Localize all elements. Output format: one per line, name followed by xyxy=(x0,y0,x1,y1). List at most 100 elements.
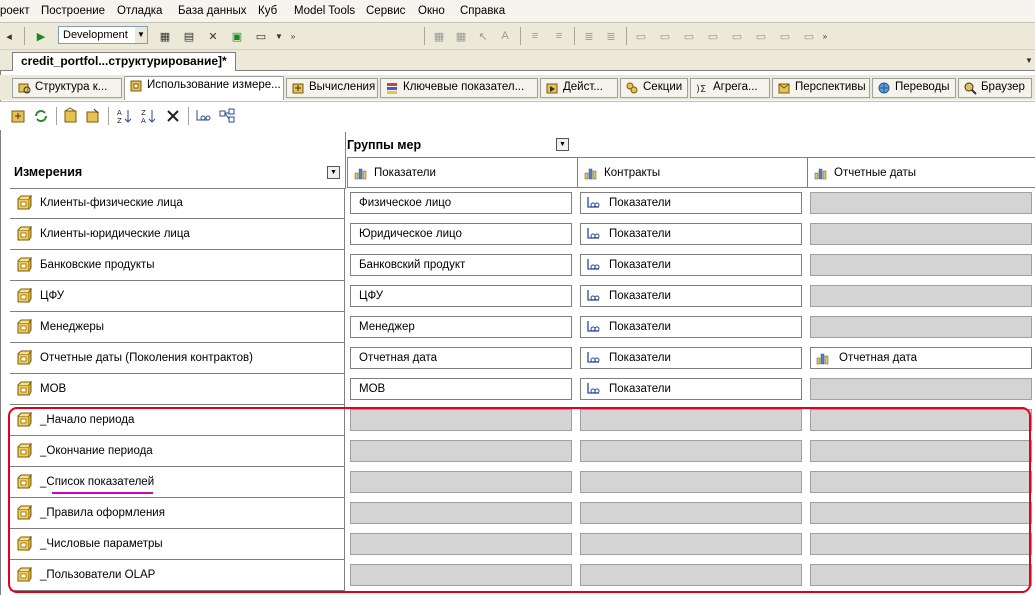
relationship-cell[interactable]: Показатели xyxy=(580,316,802,338)
relationship-icon[interactable] xyxy=(194,107,212,125)
tab-browser[interactable]: Браузер xyxy=(958,78,1032,98)
dimension-cell[interactable]: Клиенты-юридические лица xyxy=(10,219,345,250)
relationship-cell[interactable] xyxy=(350,409,572,431)
tab-aggregations[interactable]: )Σ Агрега... xyxy=(690,78,770,98)
relationship-cell[interactable] xyxy=(350,502,572,524)
relationship-cell[interactable]: Показатели xyxy=(580,378,802,400)
relationship-cell[interactable] xyxy=(810,378,1032,400)
relationship-cell[interactable] xyxy=(810,533,1032,555)
relationship-cell[interactable] xyxy=(810,502,1032,524)
relationship-cell[interactable]: Банковский продукт xyxy=(350,254,572,276)
outdent-icon[interactable]: ≡ xyxy=(550,27,568,45)
tab-calculations[interactable]: Вычисления xyxy=(286,78,378,98)
relationship-cell[interactable] xyxy=(350,533,572,555)
add-cube-dimension-icon[interactable] xyxy=(10,107,28,125)
sort-descending-icon[interactable]: ZA xyxy=(140,107,158,125)
relationship-cell[interactable] xyxy=(810,254,1032,276)
indent-icon[interactable]: ≡ xyxy=(526,27,544,45)
refresh-icon[interactable] xyxy=(32,107,50,125)
relationship-cell[interactable] xyxy=(810,409,1032,431)
relationship-cell[interactable] xyxy=(580,440,802,462)
chevron-down-icon[interactable]: ▼ xyxy=(1020,51,1035,69)
dimension-cell[interactable]: _Правила оформления xyxy=(10,498,345,529)
uncomment-icon[interactable]: ≣ xyxy=(602,27,620,45)
dimension-icon[interactable] xyxy=(62,107,80,125)
bookmark-icon[interactable]: ▭ xyxy=(752,27,770,45)
font-icon[interactable]: A xyxy=(496,27,514,45)
bookmark-icon[interactable]: ▭ xyxy=(656,27,674,45)
relationship-cell[interactable]: Юридическое лицо xyxy=(350,223,572,245)
relationship-cell[interactable] xyxy=(350,564,572,586)
toolbar-overflow-icon[interactable]: » xyxy=(816,27,834,45)
bookmark-icon[interactable]: ▭ xyxy=(704,27,722,45)
measure-group-header[interactable]: Отчетные даты xyxy=(807,157,1035,188)
relationship-cell[interactable] xyxy=(810,192,1032,214)
configuration-dropdown[interactable]: Development ▼ xyxy=(58,26,148,44)
dimension-cell[interactable]: _Пользователи OLAP xyxy=(10,560,345,591)
tab-actions[interactable]: Дейст... xyxy=(540,78,618,98)
relationship-cell[interactable]: Показатели xyxy=(580,285,802,307)
relationship-cell[interactable] xyxy=(810,285,1032,307)
dimension-wizard-icon[interactable] xyxy=(84,107,102,125)
sort-ascending-icon[interactable]: AZ xyxy=(116,107,134,125)
diagram-icon[interactable] xyxy=(218,107,236,125)
dimension-cell[interactable]: Отчетные даты (Поколения контрактов) xyxy=(10,343,345,374)
tab-dimension-usage[interactable]: Использование измере... xyxy=(124,76,284,100)
relationship-cell[interactable] xyxy=(810,440,1032,462)
relationship-cell[interactable]: Отчетная дата xyxy=(810,347,1032,369)
dimension-cell[interactable]: _Окончание периода xyxy=(10,436,345,467)
bookmark-icon[interactable]: ▭ xyxy=(776,27,794,45)
relationship-cell[interactable] xyxy=(810,564,1032,586)
delete-icon[interactable] xyxy=(164,107,182,125)
relationship-cell[interactable]: Отчетная дата xyxy=(350,347,572,369)
dimensions-filter-button[interactable]: ▼ xyxy=(327,166,340,179)
dimension-cell[interactable]: MOB xyxy=(10,374,345,405)
comment-icon[interactable]: ≣ xyxy=(580,27,598,45)
dimension-cell[interactable]: _Начало периода xyxy=(10,405,345,436)
relationship-cell[interactable]: Показатели xyxy=(580,254,802,276)
menu-project[interactable]: роект xyxy=(0,5,30,17)
relationship-cell[interactable]: Физическое лицо xyxy=(350,192,572,214)
relationship-cell[interactable] xyxy=(580,409,802,431)
deploy-icon[interactable]: ▣ xyxy=(228,27,246,45)
pointer-icon[interactable]: ↖ xyxy=(474,27,492,45)
arrow-left-icon[interactable]: ◂ xyxy=(0,27,18,45)
relationship-cell[interactable]: Показатели xyxy=(580,192,802,214)
menu-debug[interactable]: Отладка xyxy=(117,5,162,17)
dimension-cell[interactable]: Клиенты-физические лица xyxy=(10,188,345,219)
menu-build[interactable]: Построение xyxy=(41,5,105,17)
bookmark-icon[interactable]: ▭ xyxy=(680,27,698,45)
menu-model-tools[interactable]: Model Tools xyxy=(294,5,355,17)
menu-window[interactable]: Окно xyxy=(418,5,445,17)
relationship-cell[interactable] xyxy=(810,223,1032,245)
relationship-cell[interactable] xyxy=(580,564,802,586)
relationship-cell[interactable]: Показатели xyxy=(580,347,802,369)
measure-group-header[interactable]: Контракты xyxy=(577,157,807,188)
relationship-cell[interactable] xyxy=(810,471,1032,493)
relationship-cell[interactable] xyxy=(580,533,802,555)
properties-icon[interactable]: ▤ xyxy=(180,27,198,45)
tab-perspectives[interactable]: Перспективы xyxy=(772,78,870,98)
relationship-cell[interactable]: ЦФУ xyxy=(350,285,572,307)
relationship-cell[interactable] xyxy=(810,316,1032,338)
tab-partitions[interactable]: Секции xyxy=(620,78,688,98)
tab-cube-structure[interactable]: Структура к... xyxy=(12,78,122,98)
dimension-cell[interactable]: Менеджеры xyxy=(10,312,345,343)
relationship-cell[interactable]: MOB xyxy=(350,378,572,400)
start-debug-icon[interactable]: ▶ xyxy=(32,27,50,45)
find-icon[interactable]: ▦ xyxy=(156,27,174,45)
relationship-cell[interactable] xyxy=(350,471,572,493)
bookmark-icon[interactable]: ▭ xyxy=(728,27,746,45)
measure-groups-filter-button[interactable]: ▼ xyxy=(556,138,569,151)
dimension-cell[interactable]: _Числовые параметры xyxy=(10,529,345,560)
bookmark-icon[interactable]: ▭ xyxy=(632,27,650,45)
menu-service[interactable]: Сервис xyxy=(366,5,405,17)
window-icon[interactable]: ▭ xyxy=(252,27,270,45)
tab-kpis[interactable]: Ключевые показател... xyxy=(380,78,538,98)
relationship-cell[interactable]: Показатели xyxy=(580,223,802,245)
dimension-cell[interactable]: ЦФУ xyxy=(10,281,345,312)
tools-icon[interactable]: ✕ xyxy=(204,27,222,45)
toolbar-overflow-icon[interactable]: » xyxy=(284,27,302,45)
menu-help[interactable]: Справка xyxy=(460,5,505,17)
tab-translations[interactable]: Переводы xyxy=(872,78,956,98)
